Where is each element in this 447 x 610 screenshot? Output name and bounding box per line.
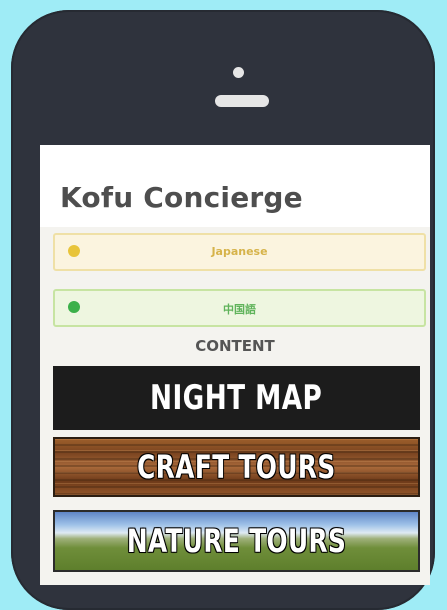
language-button-chinese[interactable]: 中国語 — [53, 289, 426, 327]
language-label: Japanese — [211, 245, 268, 258]
banner-label: CRAFT TOURS — [137, 448, 336, 486]
app-header: Kofu Concierge — [40, 145, 430, 227]
nature-tours-banner[interactable]: NATURE TOURS — [53, 510, 420, 572]
app-screen: Kofu Concierge Japanese 中国語 CONTENT NIGH… — [40, 145, 430, 585]
language-button-japanese[interactable]: Japanese — [53, 233, 426, 271]
camera-dot — [233, 67, 244, 78]
night-map-banner[interactable]: NIGHT MAP — [53, 366, 420, 430]
banner-label: NIGHT MAP — [150, 378, 323, 418]
language-label: 中国語 — [223, 303, 256, 316]
phone-frame: Kofu Concierge Japanese 中国語 CONTENT NIGH… — [11, 10, 435, 610]
speaker-slot — [215, 95, 269, 107]
app-title: Kofu Concierge — [60, 181, 303, 214]
craft-tours-banner[interactable]: CRAFT TOURS — [53, 437, 420, 497]
section-label: CONTENT — [195, 337, 275, 355]
banner-label: NATURE TOURS — [126, 522, 347, 560]
